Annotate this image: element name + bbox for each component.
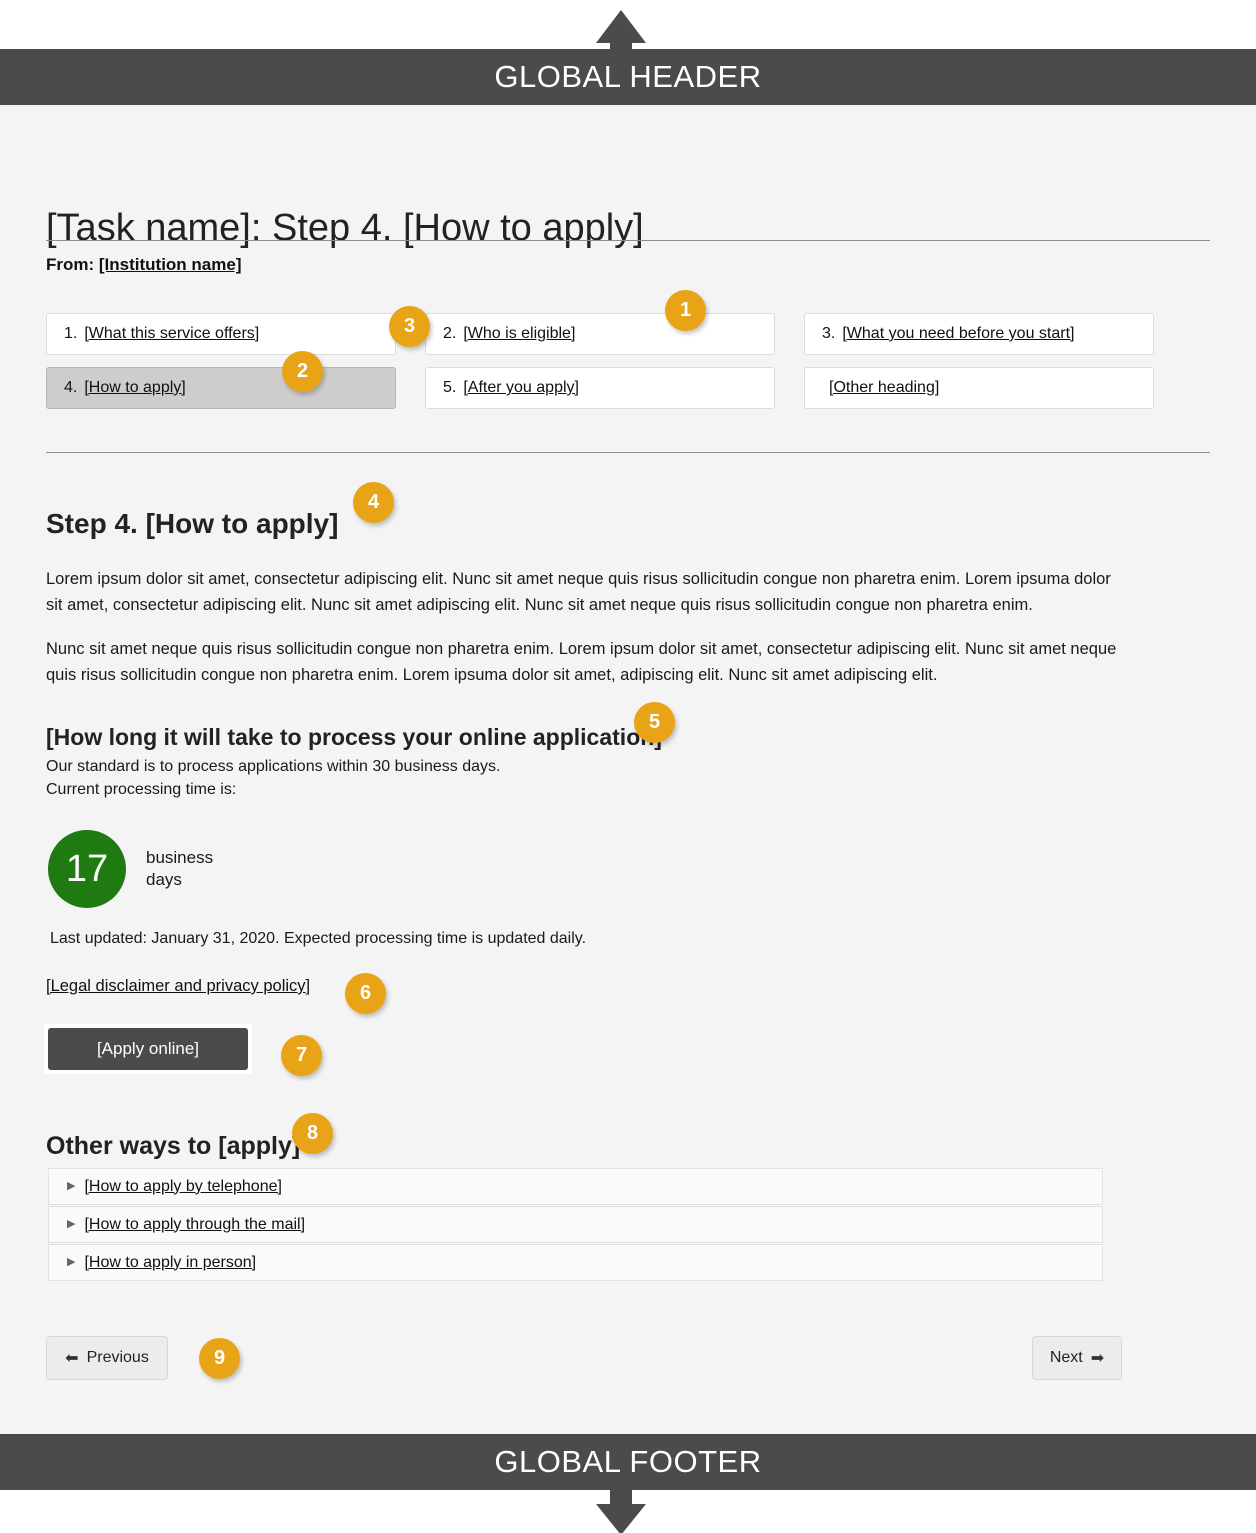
next-button[interactable]: Next ➡ [1032,1336,1122,1380]
last-updated-text: Last updated: January 31, 2020. Expected… [50,930,587,947]
processing-days-badge: 17 [48,830,126,908]
accordion-row-mail[interactable]: ▶ [How to apply through the mail] [48,1206,1103,1243]
step-nav-grid: 1. [What this service offers] 2. [Who is… [46,313,1156,409]
triangle-right-icon: ▶ [67,1256,76,1268]
callout-badge-2: 2 [282,351,323,392]
processing-current-line: Current processing time is: [46,781,237,798]
other-ways-heading: Other ways to [apply] [46,1132,301,1160]
step-paragraph-1: Lorem ipsum dolor sit amet, consectetur … [46,569,1111,614]
step-nav-tile-1-label: [What this service offers] [84,325,260,342]
processing-heading: [How long it will take to process your o… [46,724,662,750]
accordion-row-mail-label: [How to apply through the mail] [84,1215,306,1233]
global-footer-label: GLOBAL FOOTER [494,1444,762,1479]
step-nav-tile-1[interactable]: 1. [What this service offers] [46,313,396,355]
arrow-left-icon: ⬅ [65,1350,79,1367]
callout-badge-4: 4 [353,482,394,523]
triangle-right-icon: ▶ [67,1180,76,1192]
callout-badge-7: 7 [281,1035,322,1076]
institution-link[interactable]: [Institution name] [99,255,242,274]
processing-standard-line: Our standard is to process applications … [46,758,501,775]
from-prefix: From: [46,255,99,274]
step-heading: Step 4. [How to apply] [46,508,339,540]
wireframe-page: GLOBAL HEADER [Task name]: Step 4. [How … [0,0,1256,1533]
processing-days-unit-line-1: business [146,848,214,867]
previous-button[interactable]: ⬅ Previous [46,1336,168,1380]
global-header: GLOBAL HEADER [0,49,1256,105]
step-nav-tile-2-label: [Who is eligible] [463,325,576,342]
step-nav-tile-other[interactable]: [Other heading] [804,367,1154,409]
next-button-label: Next [1049,1349,1083,1366]
step-nav-tile-4-label: [How to apply] [84,379,186,396]
from-line: From: [Institution name] [46,255,242,275]
step-nav-tile-3-label: [What you need before you start] [842,325,1075,342]
legal-disclaimer-link-text: [Legal disclaimer and privacy policy [46,977,306,995]
previous-button-label: Previous [86,1349,149,1366]
processing-standard-text: Our standard is to process applications … [46,755,500,801]
other-ways-accordion: ▶ [How to apply by telephone] ▶ [How to … [48,1168,1103,1282]
divider-below-nav [46,452,1210,453]
arrow-right-icon: ➡ [1090,1350,1105,1367]
callout-badge-5: 5 [634,702,675,743]
divider-top [46,240,1210,241]
apply-button-wrapper: [Apply online] [44,1024,252,1074]
accordion-row-telephone[interactable]: ▶ [How to apply by telephone] [48,1168,1103,1205]
triangle-right-icon: ▶ [67,1218,76,1230]
apply-online-button[interactable]: [Apply online] [48,1028,248,1070]
accordion-row-telephone-label: [How to apply by telephone] [84,1177,282,1195]
step-nav-tile-2-number: 2. [443,325,457,342]
step-nav-tile-3[interactable]: 3. [What you need before you start] [804,313,1154,355]
page-canvas: [Task name]: Step 4. [How to apply] 1 Fr… [0,105,1256,1434]
step-paragraph-2: Nunc sit amet neque quis risus sollicitu… [46,639,1117,684]
processing-days-unit-line-2: days [146,870,182,889]
processing-days-unit: business days [146,847,213,891]
step-nav-tile-5-label: [After you apply] [463,379,579,396]
accordion-row-in-person[interactable]: ▶ [How to apply in person] [48,1244,1103,1281]
footer-down-arrow-icon [596,1490,646,1533]
step-nav-tile-3-number: 3. [822,325,836,342]
callout-badge-6: 6 [345,973,386,1014]
callout-badge-3: 3 [389,306,430,347]
step-nav-tile-5-number: 5. [443,379,457,396]
step-nav-tile-5[interactable]: 5. [After you apply] [425,367,775,409]
callout-badge-1: 1 [665,290,706,331]
step-nav-tile-4-number: 4. [64,379,78,396]
legal-disclaimer-link[interactable]: [Legal disclaimer and privacy policy] [46,977,310,996]
step-nav-tile-1-number: 1. [64,325,78,342]
accordion-row-in-person-label: [How to apply in person] [84,1253,257,1271]
page-title: [Task name]: Step 4. [How to apply] [46,207,644,250]
step-nav-tile-4[interactable]: 4. [How to apply] [46,367,396,409]
processing-time-block: 17 business days [48,830,213,908]
callout-badge-9: 9 [199,1338,240,1379]
step-nav-tile-2[interactable]: 2. [Who is eligible] [425,313,775,355]
callout-badge-8: 8 [292,1113,333,1154]
global-header-label: GLOBAL HEADER [494,59,762,94]
legal-disclaimer-link-tail: ] [305,977,311,995]
global-footer: GLOBAL FOOTER [0,1434,1256,1490]
step-nav-tile-other-label: [Other heading] [829,379,940,396]
